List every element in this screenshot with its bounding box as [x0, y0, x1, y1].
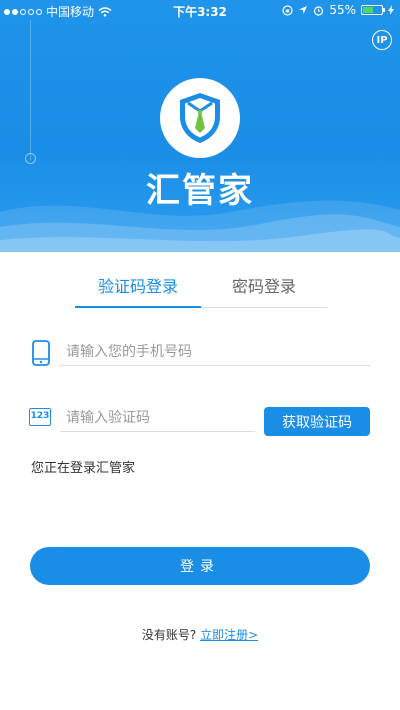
tab-sms-login[interactable]: 验证码登录 [75, 272, 201, 308]
ip-settings-button[interactable]: IP [372, 30, 392, 50]
register-link[interactable]: 立即注册> [200, 628, 258, 642]
alarm-icon [314, 5, 324, 16]
register-prompt: 没有账号? 立即注册> [0, 626, 400, 643]
battery-percent: 55% [329, 3, 356, 17]
app-name: 汇管家 [146, 171, 254, 211]
no-account-label: 没有账号? [141, 628, 197, 642]
location-icon [299, 6, 308, 14]
verification-code-icon: 123 [29, 408, 51, 426]
ip-label: IP [376, 34, 388, 46]
status-right: 55% [282, 3, 394, 17]
tab-password-login[interactable]: 密码登录 [201, 272, 327, 307]
code-icon-text: 123 [30, 411, 50, 421]
battery-icon [361, 5, 385, 15]
hero-header: 中国移动 下午3:32 55% IP 汇管家 [0, 0, 400, 252]
rotation-lock-icon [282, 4, 293, 16]
status-bar: 中国移动 下午3:32 55% [0, 0, 400, 20]
phone-icon [32, 340, 50, 366]
shield-tie-icon [180, 93, 220, 143]
verification-code-input[interactable] [60, 404, 255, 432]
login-tabs: 验证码登录 密码登录 [75, 272, 327, 308]
login-button[interactable]: 登录 [30, 547, 370, 585]
decorative-line [30, 20, 31, 160]
app-logo [160, 78, 240, 158]
get-code-button[interactable]: 获取验证码 [264, 407, 370, 436]
phone-input[interactable] [60, 338, 370, 366]
charging-icon [388, 5, 394, 15]
login-hint: 您正在登录汇管家 [31, 461, 136, 476]
